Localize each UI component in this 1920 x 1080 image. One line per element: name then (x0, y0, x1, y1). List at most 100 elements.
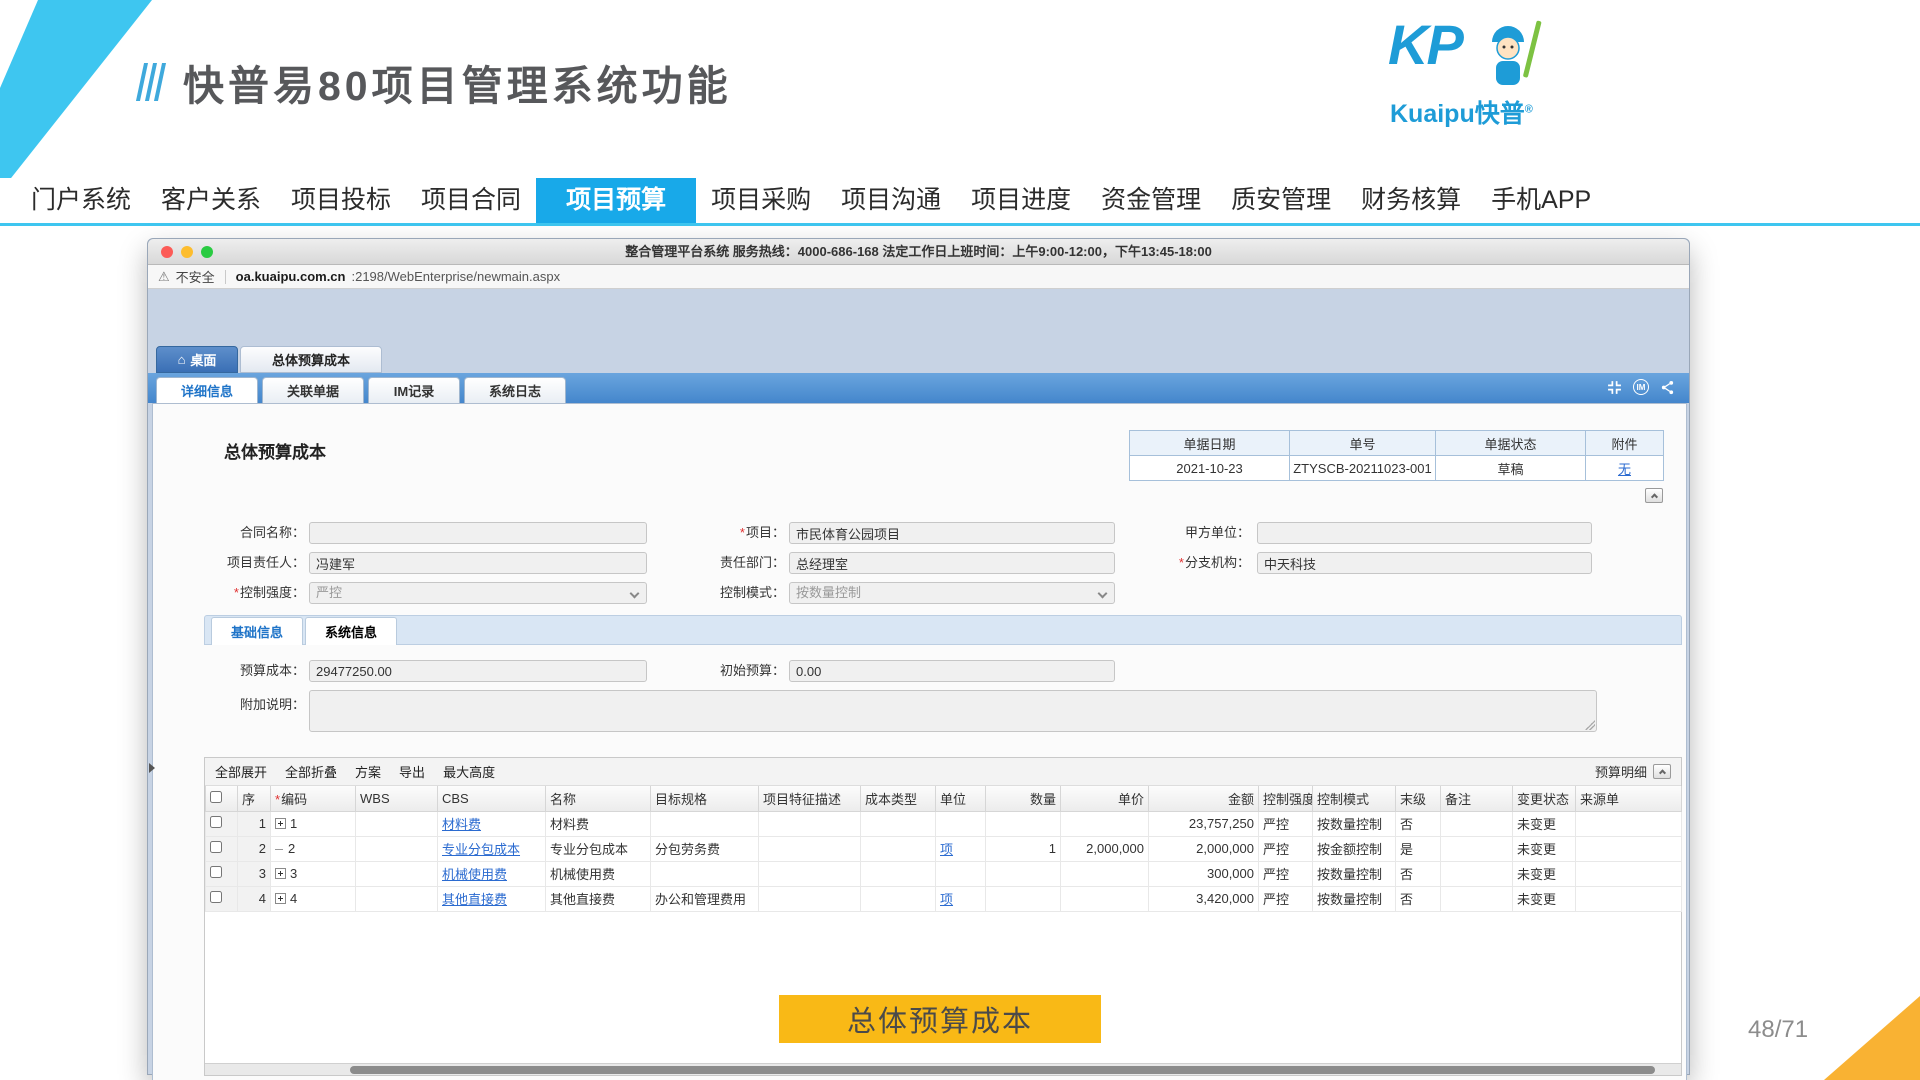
doc-number: ZTYSCB-20211023-001 (1290, 456, 1436, 481)
attachment-link[interactable]: 无 (1618, 462, 1631, 477)
table-row: 3 3 机械使用费 机械使用费 3 (206, 861, 1682, 886)
security-label[interactable]: 不安全 (176, 267, 215, 286)
table-row: 1 1 材料费 材料费 23,75 (206, 811, 1682, 836)
tab-overall-budget-cost[interactable]: 总体预算成本 (240, 346, 382, 373)
tab-basic-info[interactable]: 基础信息 (211, 617, 303, 645)
detail-tabbar: 详细信息 关联单据 IM记录 系统日志 IM (148, 373, 1689, 403)
address-bar[interactable]: ⚠ 不安全 oa.kuaipu.com.cn :2198/WebEnterpris… (148, 265, 1689, 289)
collapse-all-button[interactable]: 全部折叠 (285, 762, 337, 781)
detail-tab-icons: IM (1607, 379, 1675, 395)
share-icon[interactable] (1660, 380, 1675, 395)
nav-item-portal[interactable]: 门户系统 (16, 178, 146, 223)
control-mode-select[interactable]: 按数量控制 (789, 582, 1115, 604)
row-checkbox[interactable] (210, 866, 222, 878)
compress-icon[interactable] (1607, 380, 1622, 395)
maximize-button[interactable] (201, 246, 213, 258)
logo-kp-mark: KP (1388, 12, 1462, 77)
row-checkbox[interactable] (210, 841, 222, 853)
url-host[interactable]: oa.kuaipu.com.cn (236, 269, 346, 284)
branch-field[interactable] (1257, 552, 1592, 574)
im-icon[interactable]: IM (1633, 379, 1649, 395)
unit-link[interactable]: 项 (940, 842, 953, 857)
note-label: 附加说明： (189, 694, 305, 716)
sub-tab-strip (204, 615, 1682, 645)
scheme-button[interactable]: 方案 (355, 762, 381, 781)
table-row: 4 4 其他直接费 其他直接费 办公和管理费用 项 (206, 886, 1682, 911)
tab-system-log[interactable]: 系统日志 (464, 377, 566, 403)
nav-item-progress[interactable]: 项目进度 (956, 178, 1086, 223)
control-mode-label: 控制模式： (669, 582, 785, 604)
app-body: ⌂ 桌面 总体预算成本 详细信息 关联单据 IM记录 系统日志 IM (148, 289, 1689, 1074)
window-titlebar[interactable]: 整合管理平台系统 服务热线：4000-686-168 法定工作日上班时间：上午9… (148, 239, 1689, 265)
control-strength-select[interactable]: 严控 (309, 582, 647, 604)
budget-cost-field[interactable] (309, 660, 647, 682)
tab-desktop[interactable]: ⌂ 桌面 (156, 346, 238, 373)
panel-label: 预算明细 (1595, 762, 1647, 781)
project-label: *项目： (669, 522, 785, 544)
collapse-header-button[interactable] (1645, 488, 1663, 503)
nav-item-finance[interactable]: 财务核算 (1346, 178, 1476, 223)
cbs-link[interactable]: 专业分包成本 (442, 842, 520, 857)
title-accent-icon (140, 63, 167, 101)
collapse-grid-button[interactable] (1653, 764, 1671, 779)
row-checkbox[interactable] (210, 816, 222, 828)
logo-brand-text: Kuaipu快普® (1390, 94, 1533, 130)
nav-item-funds[interactable]: 资金管理 (1086, 178, 1216, 223)
tab-im-record[interactable]: IM记录 (368, 377, 460, 403)
project-manager-label: 项目责任人： (189, 552, 305, 574)
cbs-link[interactable]: 材料费 (442, 817, 481, 832)
project-manager-field[interactable] (309, 552, 647, 574)
nav-item-contract[interactable]: 项目合同 (406, 178, 536, 223)
scrollbar-thumb[interactable] (350, 1066, 1655, 1074)
tab-detail-info[interactable]: 详细信息 (156, 377, 258, 403)
expand-icon[interactable] (275, 868, 286, 879)
nav-item-mobile-app[interactable]: 手机APP (1476, 178, 1606, 223)
doc-date: 2021-10-23 (1130, 456, 1290, 481)
project-field[interactable] (789, 522, 1115, 544)
unit-link[interactable]: 项 (940, 892, 953, 907)
tab-budget-label: 总体预算成本 (272, 350, 350, 369)
nav-item-crm[interactable]: 客户关系 (146, 178, 276, 223)
expand-icon[interactable] (275, 893, 286, 904)
minimize-button[interactable] (181, 246, 193, 258)
row-checkbox[interactable] (210, 891, 222, 903)
chevron-down-icon (1098, 589, 1108, 599)
nav-item-quality[interactable]: 质安管理 (1216, 178, 1346, 223)
divider (225, 270, 226, 284)
tab-related-docs[interactable]: 关联单据 (262, 377, 364, 403)
budget-grid: 序 *编码 WBS CBS 名称 目标规格 项目特征描述 成本类型 单位 数量 (205, 786, 1682, 912)
grid-toolbar: 全部展开 全部折叠 方案 导出 最大高度 预算明细 (205, 758, 1681, 786)
info-header-attachment: 附件 (1586, 431, 1664, 456)
url-path[interactable]: :2198/WebEnterprise/newmain.aspx (351, 269, 560, 284)
note-textarea[interactable] (309, 690, 1597, 732)
nav-item-communication[interactable]: 项目沟通 (826, 178, 956, 223)
expand-icon[interactable] (275, 818, 286, 829)
export-button[interactable]: 导出 (399, 762, 425, 781)
resize-handle[interactable] (1585, 720, 1595, 730)
panel-splitter-arrow[interactable] (149, 763, 155, 773)
cbs-link[interactable]: 其他直接费 (442, 892, 507, 907)
info-header-date: 单据日期 (1130, 431, 1290, 456)
document-title: 总体预算成本 (224, 438, 326, 463)
initial-budget-field[interactable] (789, 660, 1115, 682)
nav-item-bidding[interactable]: 项目投标 (276, 178, 406, 223)
max-height-button[interactable]: 最大高度 (443, 762, 495, 781)
select-all-checkbox[interactable] (210, 791, 222, 803)
kuaipu-logo: KP Kuaipu快普® (1388, 16, 1558, 136)
info-header-status: 单据状态 (1436, 431, 1586, 456)
home-icon: ⌂ (178, 352, 186, 367)
tab-system-info[interactable]: 系统信息 (305, 617, 397, 645)
close-button[interactable] (161, 246, 173, 258)
horizontal-scrollbar[interactable] (205, 1063, 1681, 1075)
department-field[interactable] (789, 552, 1115, 574)
nav-item-budget[interactable]: 项目预算 (536, 178, 696, 223)
nav-item-procurement[interactable]: 项目采购 (696, 178, 826, 223)
slide-title: 快普易80项目管理系统功能 (183, 52, 732, 112)
cbs-link[interactable]: 机械使用费 (442, 867, 507, 882)
branch-label: *分支机构： (1134, 552, 1250, 574)
expand-all-button[interactable]: 全部展开 (215, 762, 267, 781)
info-header-number: 单号 (1290, 431, 1436, 456)
warning-icon: ⚠ (158, 269, 170, 285)
party-a-field[interactable] (1257, 522, 1592, 544)
contract-name-field[interactable] (309, 522, 647, 544)
